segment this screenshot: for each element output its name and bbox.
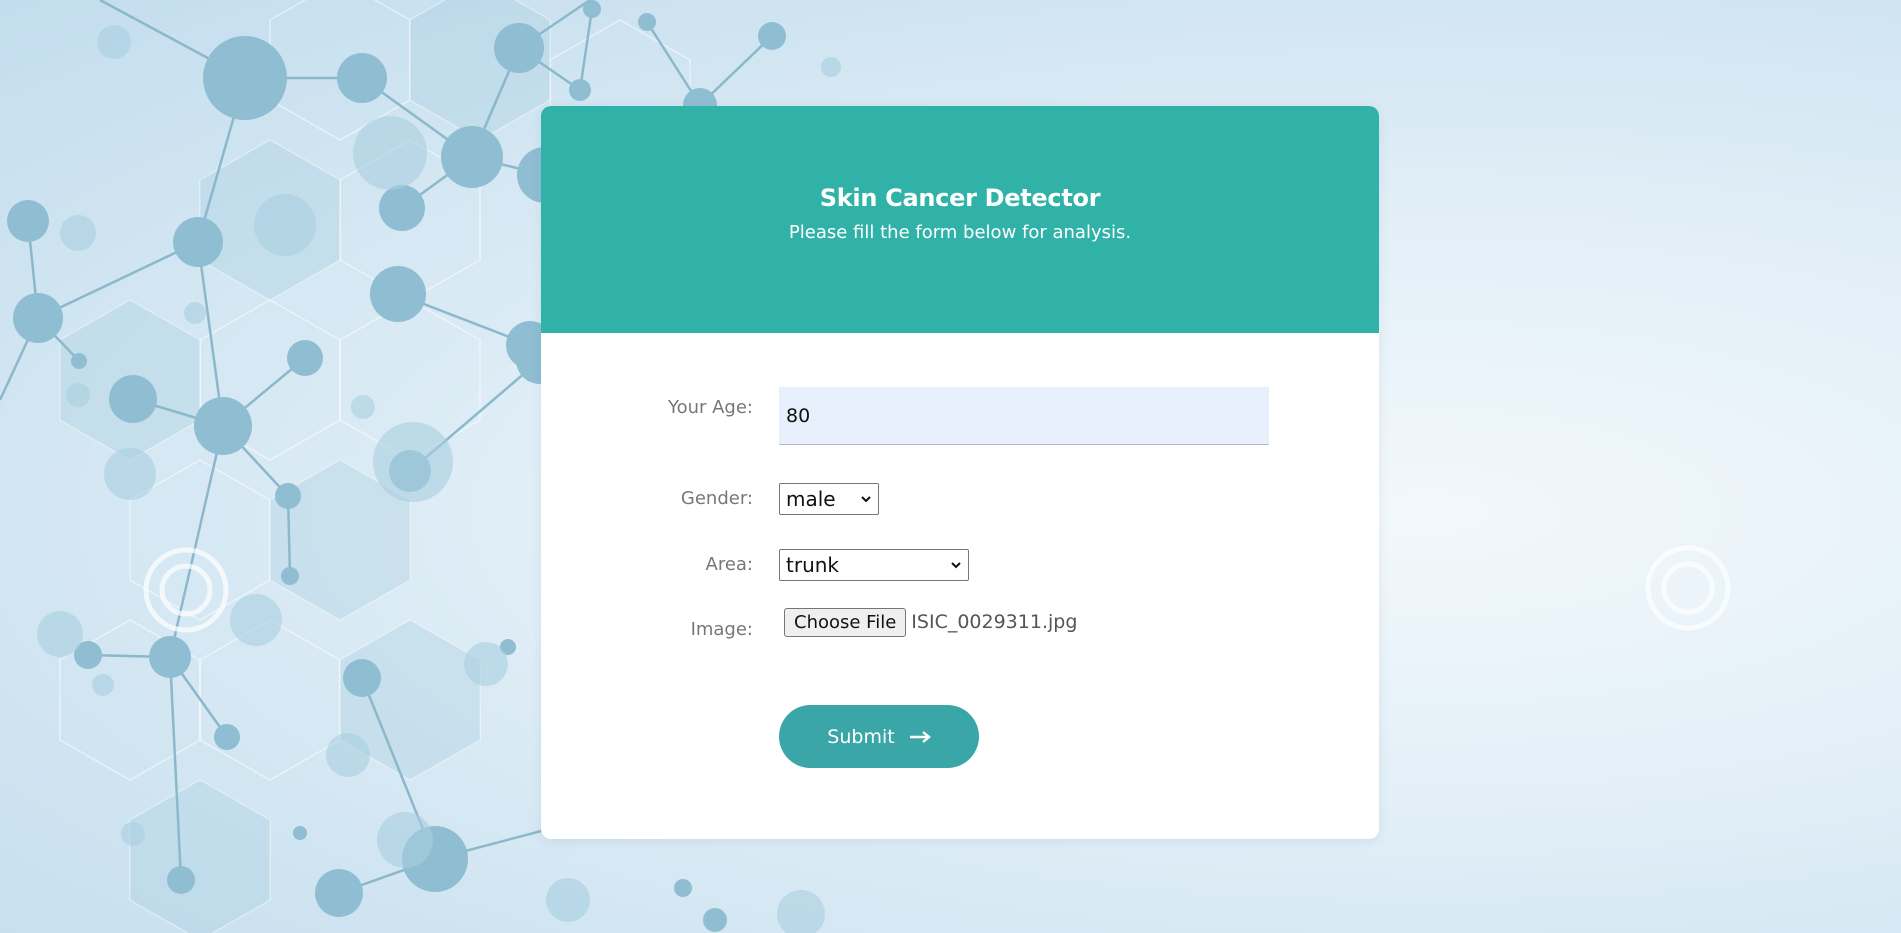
page-subtitle: Please fill the form below for analysis. <box>788 222 1132 243</box>
age-input[interactable] <box>779 387 1269 445</box>
card-header: Skin Cancer Detector Please fill the for… <box>541 106 1379 333</box>
gender-selected-value: male <box>786 487 836 511</box>
analysis-form-card: Skin Cancer Detector Please fill the for… <box>541 106 1379 839</box>
choose-file-button[interactable]: Choose File <box>784 607 907 637</box>
area-selected-value: trunk <box>786 553 839 577</box>
gender-label: Gender: <box>680 488 753 509</box>
chevron-down-icon <box>861 496 871 503</box>
selected-file-name: ISIC_0029311.jpg <box>911 611 1078 633</box>
image-file-input: Choose File ISIC_0029311.jpg <box>784 607 1077 637</box>
page-title: Skin Cancer Detector <box>819 184 1101 212</box>
chevron-down-icon <box>951 562 961 569</box>
age-label: Your Age: <box>667 397 753 418</box>
arrow-right-icon <box>909 730 931 743</box>
image-label: Image: <box>690 619 753 640</box>
area-select[interactable]: trunk <box>779 549 969 581</box>
submit-label: Submit <box>827 725 895 748</box>
submit-button[interactable]: Submit <box>779 705 979 768</box>
area-label: Area: <box>705 554 754 575</box>
gender-select[interactable]: male <box>779 483 879 515</box>
form-body: Your Age: Gender: male Area: trunk Image… <box>541 333 1379 839</box>
